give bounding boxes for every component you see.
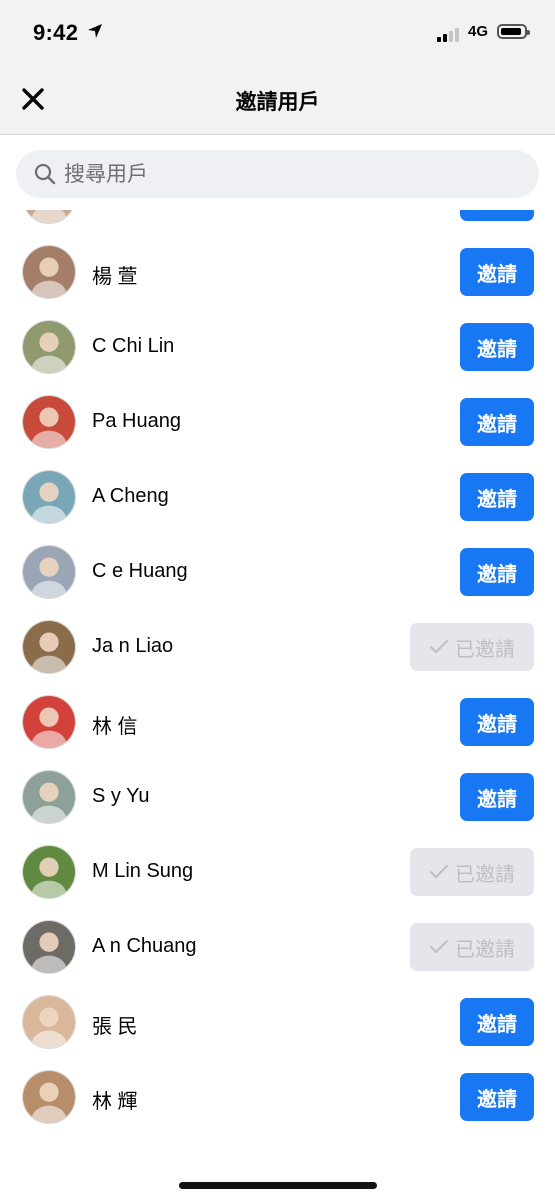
battery-icon (497, 24, 530, 39)
list-item: A Cheng 邀請 (0, 460, 555, 535)
user-name: Ja n Liao (92, 635, 174, 657)
list-item: S y Yu 邀請 (0, 760, 555, 835)
user-name: M Lin Sung (92, 860, 194, 882)
search-icon (34, 163, 56, 185)
list-item: M Lin Sung 已邀請 (0, 835, 555, 910)
list-item: Pa Huang 邀請 (0, 385, 555, 460)
checkmark-icon (430, 940, 448, 953)
network-type: 4G (468, 23, 489, 40)
list-item: 張 民 邀請 (0, 985, 555, 1060)
status-time: 9:42 (33, 20, 79, 45)
avatar[interactable] (22, 695, 76, 749)
avatar[interactable] (22, 245, 76, 299)
invited-button[interactable]: 已邀請 (410, 923, 534, 971)
invite-button[interactable]: 邀請 (460, 1073, 534, 1121)
avatar[interactable] (22, 320, 76, 374)
status-bar: 9:42 4G (0, 0, 555, 66)
checkmark-icon (430, 640, 448, 653)
invited-button[interactable]: 已邀請 (410, 848, 534, 896)
invite-button[interactable]: 邀請 (460, 473, 534, 521)
user-name: C e Huang (92, 560, 188, 582)
avatar[interactable] (22, 620, 76, 674)
list-item: 林 信 邀請 (0, 685, 555, 760)
invite-button-label: 邀請 (477, 210, 517, 212)
search-input[interactable] (62, 150, 526, 200)
invited-button-label: 已邀請 (455, 638, 515, 661)
invited-button-label: 已邀請 (455, 938, 515, 961)
list-item: C e Huang 邀請 (0, 535, 555, 610)
user-name: Pa Huang (92, 410, 181, 432)
user-list[interactable]: Christie Cheng邀請楊 萱邀請C Chi Lin邀請Pa Huang… (0, 210, 555, 1170)
avatar[interactable] (22, 395, 76, 449)
invite-button-label: 邀請 (477, 713, 517, 736)
invite-button[interactable]: 邀請 (460, 773, 534, 821)
list-item: C Chi Lin 邀請 (0, 310, 555, 385)
avatar[interactable] (22, 1070, 76, 1124)
user-name: A Cheng (92, 485, 169, 507)
home-indicator (179, 1182, 377, 1189)
avatar[interactable] (22, 845, 76, 899)
invite-button[interactable]: 邀請 (460, 698, 534, 746)
user-name: 楊 萱 (92, 266, 138, 288)
user-name: C Chi Lin (92, 335, 175, 357)
page-title: 邀請用戶 (235, 91, 320, 114)
user-name: 張 民 (92, 1016, 138, 1038)
search-bar[interactable] (16, 150, 539, 200)
avatar[interactable] (22, 210, 76, 224)
invited-button[interactable]: 已邀請 (410, 623, 534, 671)
navigation-bar: 邀請用戶 (0, 66, 555, 135)
invite-button-label: 邀請 (477, 1013, 517, 1036)
avatar[interactable] (22, 995, 76, 1049)
user-name: A n Chuang (92, 935, 197, 957)
list-item: 楊 萱 邀請 (0, 235, 555, 310)
invite-button[interactable]: 邀請 (460, 248, 534, 296)
avatar[interactable] (22, 470, 76, 524)
invite-button-label: 邀請 (477, 788, 517, 811)
user-name: 林 輝 (92, 1091, 138, 1113)
checkmark-icon (430, 865, 448, 878)
avatar[interactable] (22, 920, 76, 974)
list-item: A n Chuang 已邀請 (0, 910, 555, 985)
list-item: Ja n Liao 已邀請 (0, 610, 555, 685)
invite-button[interactable]: 邀請 (460, 210, 534, 221)
invite-button-label: 邀請 (477, 488, 517, 511)
cellular-signal-icon (437, 24, 465, 42)
invite-button-label: 邀請 (477, 338, 517, 361)
invite-button[interactable]: 邀請 (460, 548, 534, 596)
avatar[interactable] (22, 545, 76, 599)
invited-button-label: 已邀請 (455, 863, 515, 886)
invite-button-label: 邀請 (477, 263, 517, 286)
invite-button[interactable]: 邀請 (460, 398, 534, 446)
location-arrow-icon (88, 24, 102, 38)
list-item: Christie Cheng邀請 (0, 210, 555, 235)
list-item: 林 輝 邀請 (0, 1060, 555, 1135)
invite-button[interactable]: 邀請 (460, 998, 534, 1046)
avatar[interactable] (22, 770, 76, 824)
user-name: 林 信 (92, 716, 138, 738)
invite-button-label: 邀請 (477, 563, 517, 586)
invite-button-label: 邀請 (477, 413, 517, 436)
user-name: S y Yu (92, 785, 150, 807)
invite-button[interactable]: 邀請 (460, 323, 534, 371)
invite-button-label: 邀請 (477, 1088, 517, 1111)
